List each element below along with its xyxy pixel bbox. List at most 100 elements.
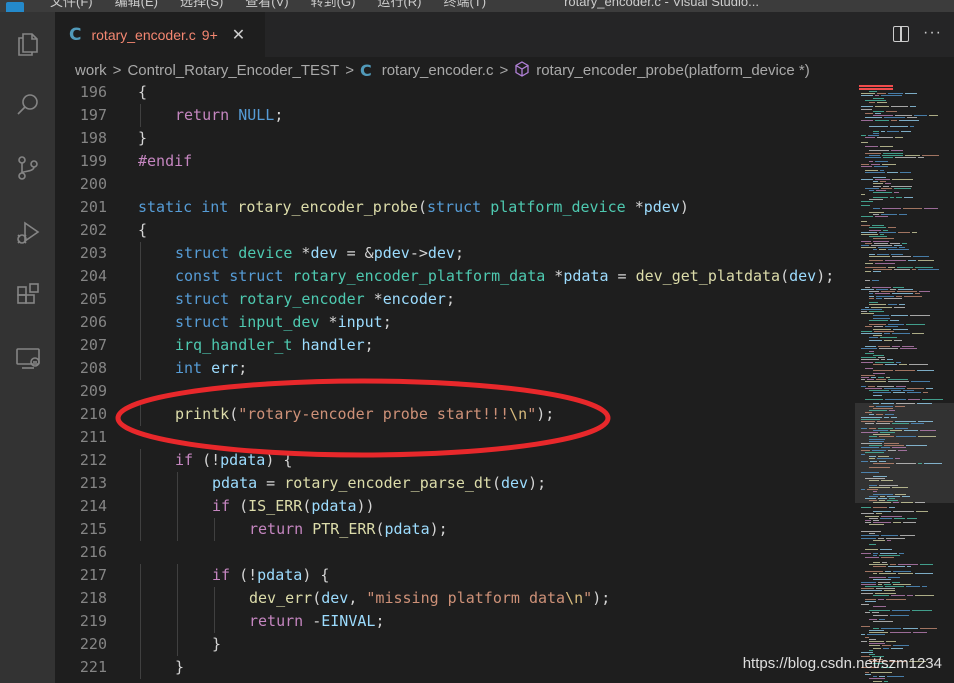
minimap-line [861,135,866,136]
minimap-line [869,297,874,299]
minimap-line [869,619,877,620]
minimap-line [885,363,897,365]
menu-terminal[interactable]: 终端(T) [443,0,486,8]
line-number: 201 [79,198,107,216]
code-line[interactable]: 220} [55,633,855,656]
minimap[interactable] [855,83,954,683]
minimap-line [861,421,875,422]
menu-view[interactable]: 查看(V) [245,0,288,8]
menu-file[interactable]: 文件(F) [50,0,93,8]
breadcrumb-symbol[interactable]: rotary_encoder_probe(platform_device *) [536,62,809,79]
files-icon[interactable] [0,20,55,68]
code-text: { [138,219,147,242]
minimap-line [865,99,886,101]
minimap-line [888,449,896,451]
menu-selection[interactable]: 选择(S) [180,0,223,8]
code-token: return [249,520,304,538]
code-line[interactable]: 222 [55,679,855,683]
close-icon[interactable]: ✕ [232,25,245,45]
code-token: int [201,198,229,216]
menu-run[interactable]: 运行(R) [377,0,421,8]
code-line[interactable]: 207 irq_handler_t handler; [55,334,855,357]
minimap-line [893,502,899,504]
minimap-line [869,337,878,339]
indent-guide [140,633,141,656]
code-line[interactable]: 202 { [55,219,855,242]
code-token: ; [375,612,385,630]
code-line[interactable]: 215 return PTR_ERR(pdata); [55,518,855,541]
code-token: return [175,106,230,124]
code-token: ; [364,336,374,354]
code-line[interactable]: 205 struct rotary_encoder *encoder; [55,288,855,311]
run-debug-icon[interactable] [0,208,55,256]
code-token: struct [175,313,230,331]
minimap-line [861,641,867,642]
code-line[interactable]: 196 { [55,83,855,104]
code-line[interactable]: 221} [55,656,855,679]
minimap-line [873,579,891,581]
minimap-line [861,531,881,532]
minimap-line [873,594,889,596]
search-icon[interactable] [0,81,55,129]
minimap-line [897,267,913,268]
minimap-line [889,498,895,499]
indent-guide [140,610,141,633]
code-line[interactable]: 204 const struct rotary_encoder_platform_… [55,265,855,288]
code-line[interactable]: 198} [55,127,855,150]
code-line[interactable]: 200 [55,173,855,196]
minimap-line [876,588,895,590]
minimap-line [911,423,924,425]
minimap-line [861,652,873,653]
minimap-line [873,462,894,464]
code-line[interactable]: 201 static int rotary_encoder_probe(struc… [55,196,855,219]
code-line[interactable]: 217 if (!pdata) { [55,564,855,587]
minimap-line [865,117,882,119]
code-line[interactable]: 218 dev_err(dev, "missing platform data\n… [55,587,855,610]
minimap-line [873,680,882,682]
minimap-line [865,674,871,675]
code-token: if [212,566,231,584]
code-line[interactable]: 206 struct input_dev *input; [55,311,855,334]
minimap-line [903,390,914,392]
minimap-line [869,302,878,304]
minimap-line [865,170,878,172]
minimap-line [890,564,896,565]
breadcrumb-file[interactable]: rotary_encoder.c [382,62,494,79]
minimap-line [873,614,888,616]
code-line[interactable]: 216 [55,541,855,564]
code-line[interactable]: 213 pdata = rotary_encoder_parse_dt(dev); [55,472,855,495]
minimap-line [861,119,873,121]
minimap-line [873,647,881,649]
minimap-line [861,231,877,233]
breadcrumb-folder-project[interactable]: Control_Rotary_Encoder_TEST [127,62,339,79]
minimap-line [904,196,913,198]
extensions-icon[interactable] [0,271,55,319]
minimap-line [865,346,876,348]
remote-explorer-icon[interactable] [0,334,55,382]
minimap-line [896,403,915,405]
line-number: 218 [79,589,107,607]
tab-rotary-encoder-c[interactable]: C rotary_encoder.c 9+ ✕ [55,12,265,57]
breadcrumb-folder-work[interactable]: work [75,62,107,79]
indent-guide [177,495,178,518]
minimap-line [861,583,876,585]
code-line[interactable]: 203 struct device *dev = &pdev->dev; [55,242,855,265]
minimap-line [884,445,904,447]
code-line[interactable]: 197 return NULL; [55,104,855,127]
more-actions-icon[interactable]: ··· [923,25,942,42]
minimap-line [865,478,885,480]
minimap-line [883,647,889,649]
minimap-line [879,500,885,502]
indent-guide [140,288,141,311]
code-line[interactable]: 219 return -EINVAL; [55,610,855,633]
minimap-line [891,390,901,392]
split-editor-icon[interactable] [893,26,910,42]
menu-edit[interactable]: 编辑(E) [115,0,158,8]
code-line[interactable]: 199 #endif [55,150,855,173]
minimap-line [869,324,886,326]
minimap-line [873,132,879,134]
menu-go[interactable]: 转到(G) [311,0,356,8]
source-control-icon[interactable] [0,144,55,192]
code-line[interactable]: 214 if (IS_ERR(pdata)) [55,495,855,518]
